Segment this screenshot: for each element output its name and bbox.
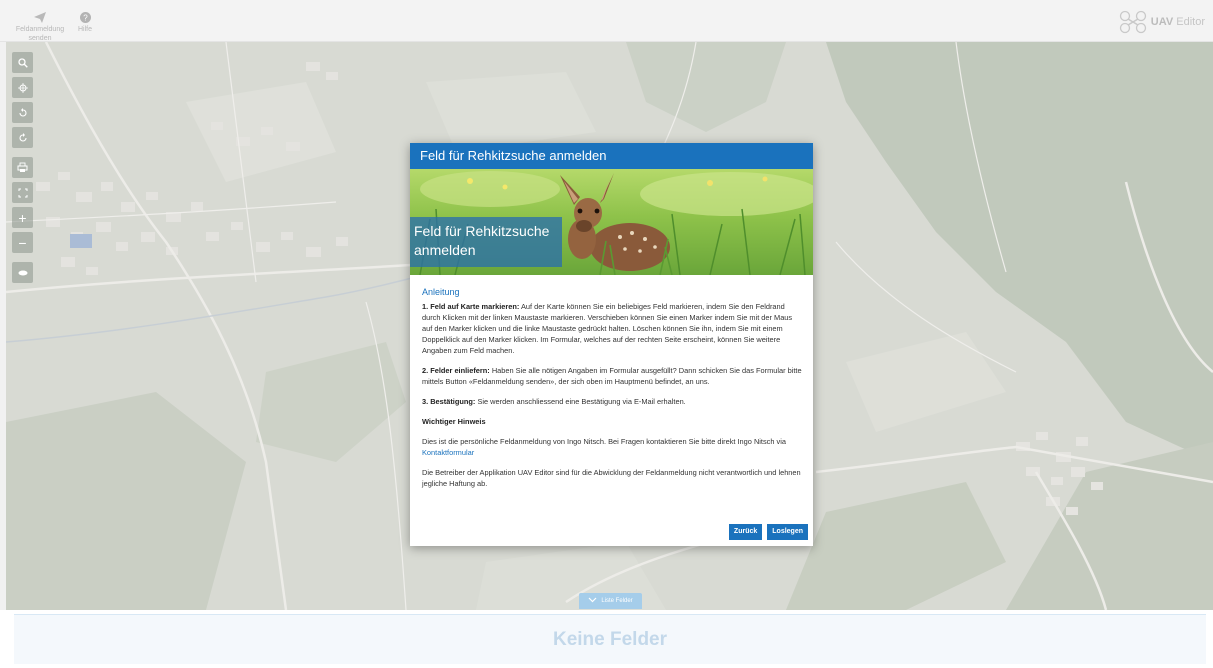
crosshair-icon [17,82,28,93]
instructions-heading: Anleitung [422,287,460,297]
notice-text: Dies ist die persönliche Feldanmeldung v… [422,436,803,458]
zoom-out-button[interactable]: − [12,232,33,253]
help-button-label: Hilfe [77,26,92,33]
help-button[interactable]: ? Hilfe [60,12,110,34]
undo-button[interactable] [12,102,33,123]
search-icon [17,57,28,68]
paper-plane-icon [34,12,46,23]
dialog-actions: Zurück Loslegen [728,524,808,540]
step-2-title: 2. Felder einliefern: [422,366,490,375]
back-button[interactable]: Zurück [728,524,763,540]
redo-icon [18,132,27,142]
notice-heading: Wichtiger Hinweis [422,417,486,426]
hero-label: Feld für Rehkitzsuche anmelden [410,217,562,267]
field-list-panel: Keine Felder [0,610,1213,668]
brand-strong: UAV [1150,16,1174,28]
top-toolbar: Feldanmeldung senden ? Hilfe UAV Editor [0,0,1213,42]
expand-icon [18,188,27,197]
question-circle-icon: ? [79,12,91,23]
step-1-title: 1. Feld auf Karte markieren: [422,302,520,311]
redo-button[interactable] [12,127,33,148]
layers-icon [18,270,27,275]
print-icon [17,162,28,172]
step-3: 3. Bestätigung: Sie werden anschliessend… [422,396,803,407]
disclaimer-text: Die Betreiber der Applikation UAV Editor… [422,468,801,488]
map-controls: + − [12,52,33,287]
fullscreen-button[interactable] [12,182,33,203]
dialog-title: Feld für Rehkitzsuche anmelden [410,143,813,169]
start-button[interactable]: Loslegen [767,524,808,540]
search-button[interactable] [12,52,33,73]
locate-button[interactable] [12,77,33,98]
svg-text:?: ? [83,14,88,23]
brand-logo: UAV Editor [1119,10,1205,34]
zoom-in-button[interactable]: + [12,207,33,228]
print-button[interactable] [12,157,33,178]
step-1: 1. Feld auf Karte markieren: Auf der Kar… [422,301,803,356]
uav-drone-icon [1119,10,1146,34]
chevron-down-icon [588,597,597,603]
layers-button[interactable] [12,262,33,283]
brand-rest: Editor [1176,16,1205,28]
send-button-label: Feldanmeldung senden [15,26,65,42]
undo-icon [18,107,27,117]
plus-icon: + [18,209,27,226]
hero-banner: Feld für Rehkitzsuche anmelden [410,169,813,275]
step-3-text: Sie werden anschliessend eine Bestätigun… [475,397,686,406]
dialog-body: Anleitung 1. Feld auf Karte markieren: A… [410,275,813,489]
step-2: 2. Felder einliefern: Haben Sie alle nöt… [422,365,803,387]
contact-form-link[interactable]: Kontaktformular [422,448,474,457]
field-list-toggle-label: Liste Felder [601,598,633,604]
send-field-registration-button[interactable]: Feldanmeldung senden [14,12,66,43]
field-registration-dialog: Feld für Rehkitzsuche anmelden Feld für … [410,143,813,546]
empty-fields-message: Keine Felder [14,614,1206,664]
field-list-toggle[interactable]: Liste Felder [579,593,642,609]
step-3-title: 3. Bestätigung: [422,397,476,406]
notice-body: Dies ist die persönliche Feldanmeldung v… [422,437,786,446]
minus-icon: − [18,234,27,251]
